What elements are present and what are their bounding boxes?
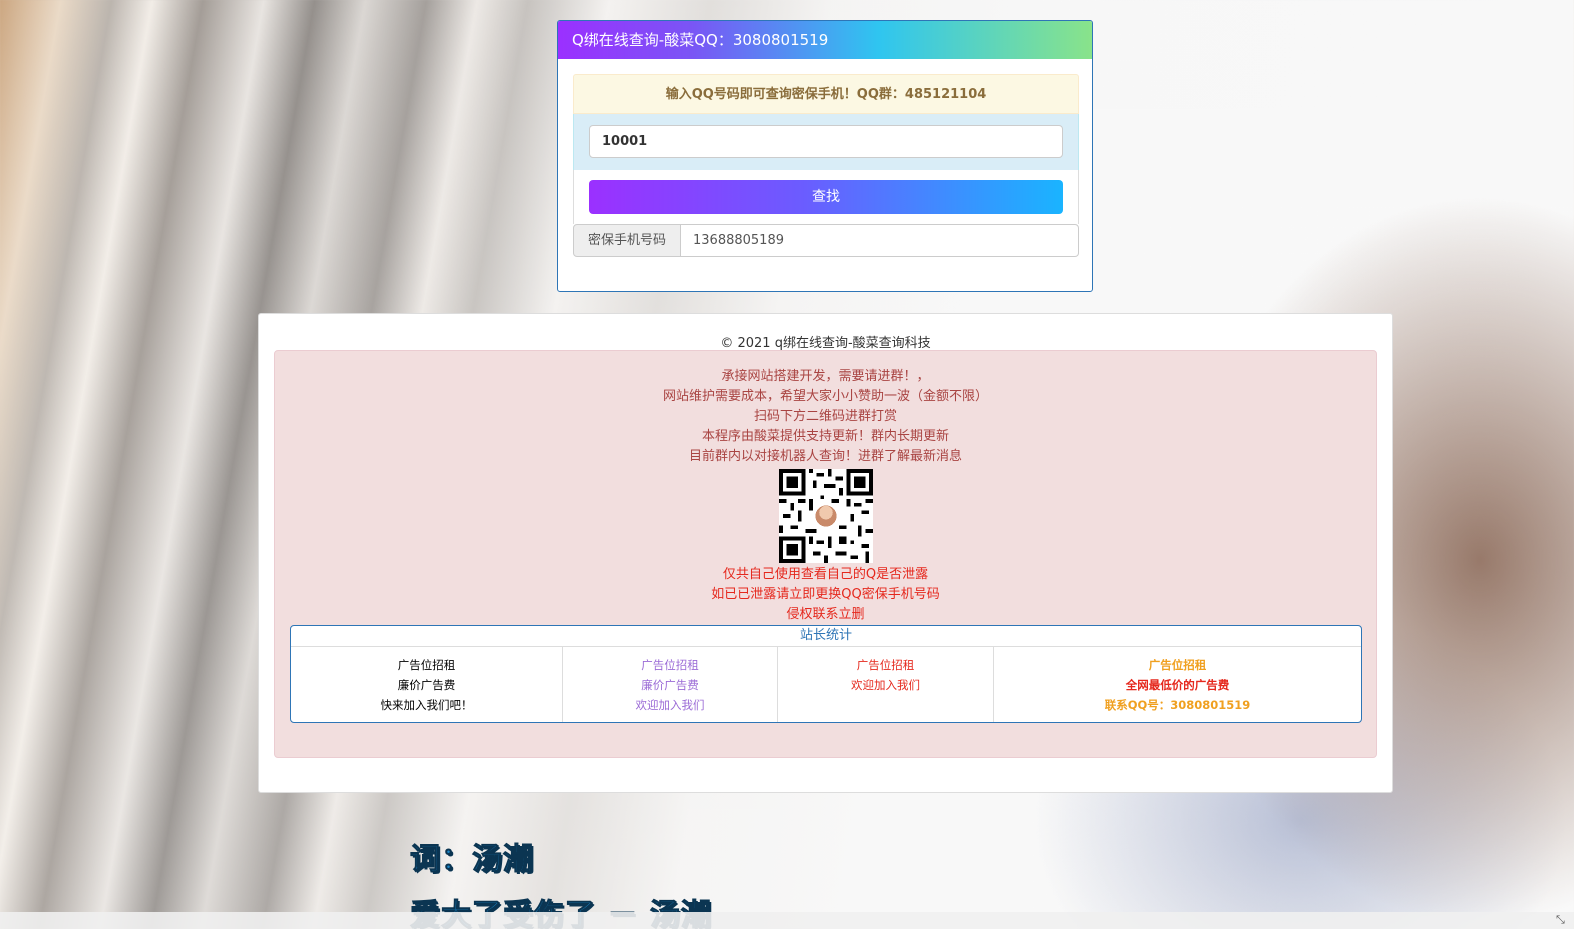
result-label: 密保手机号码: [573, 224, 681, 257]
ad-line: 广告位招租: [641, 658, 699, 672]
ad-line: 欢迎加入我们: [635, 698, 705, 712]
stats-title: 站长统计: [291, 626, 1361, 647]
notice-text: 承接网站搭建开发，需要请进群！， 网站维护需要成本，希望大家小小赞助一波（金额不…: [275, 367, 1376, 467]
copyright: © 2021 q绑在线查询-酸菜查询科技: [720, 336, 931, 351]
warning-line: 仅共自己使用查看自己的Q是否泄露: [722, 567, 929, 582]
ad-line: 廉价广告费: [397, 678, 456, 692]
bottom-bar: [0, 912, 1574, 929]
query-tip: 输入QQ号码即可查询密保手机！QQ群：485121104: [573, 74, 1079, 114]
qq-number-input[interactable]: 10001: [589, 125, 1063, 158]
input-row: 10001: [573, 114, 1079, 170]
resize-icon[interactable]: ⤡: [1556, 913, 1565, 927]
notice-box: 承接网站搭建开发，需要请进群！， 网站维护需要成本，希望大家小小赞助一波（金额不…: [274, 350, 1377, 758]
ad-slot-2[interactable]: 广告位招租 廉价广告费 欢迎加入我们: [563, 647, 778, 722]
warning-line: 如已已泄露请立即更换QQ密保手机号码: [711, 587, 940, 602]
notice-line: 本程序由酸菜提供支持更新！群内长期更新: [701, 429, 949, 444]
ad-slot-4[interactable]: 广告位招租 全网最低价的广告费 联系QQ号：3080801519: [994, 647, 1361, 722]
ad-slot-3[interactable]: 广告位招租 欢迎加入我们: [778, 647, 994, 722]
ad-line: 广告位招租: [1148, 658, 1207, 672]
notice-line: 扫码下方二维码进群打赏: [753, 409, 897, 424]
stats-panel: 站长统计 广告位招租 廉价广告费 快来加入我们吧！ 广告位招租 廉价广告费 欢迎…: [290, 625, 1362, 723]
query-form: 输入QQ号码即可查询密保手机！QQ群：485121104 10001 查找 密保…: [573, 74, 1079, 257]
ad-slot-1[interactable]: 广告位招租 廉价广告费 快来加入我们吧！: [291, 647, 563, 722]
result-group: 密保手机号码 13688805189: [573, 224, 1079, 257]
warning-line: 侵权联系立删: [786, 607, 865, 622]
ad-line: 广告位招租: [856, 658, 915, 672]
notice-line: 承接网站搭建开发，需要请进群！，: [721, 369, 930, 384]
notice-line: 网站维护需要成本，希望大家小小赞助一波（金额不限）: [662, 389, 988, 404]
warning-text: 仅共自己使用查看自己的Q是否泄露 如已已泄露请立即更换QQ密保手机号码 侵权联系…: [275, 565, 1376, 625]
ad-line: 廉价广告费: [641, 678, 699, 692]
search-button[interactable]: 查找: [589, 180, 1063, 214]
result-phone-field[interactable]: 13688805189: [681, 224, 1079, 257]
ad-line: 欢迎加入我们: [851, 678, 920, 692]
ad-line: 全网最低价的广告费: [1125, 678, 1230, 692]
notice-line: 目前群内以对接机器人查询！进群了解最新消息: [688, 449, 962, 464]
ad-line: 广告位招租: [397, 658, 456, 672]
qr-code-image: [779, 469, 873, 563]
query-panel-title: Q绑在线查询-酸菜QQ：3080801519: [558, 21, 1092, 59]
button-row: 查找: [573, 170, 1079, 224]
ad-line: 快来加入我们吧！: [380, 698, 473, 712]
footer-panel: © 2021 q绑在线查询-酸菜查询科技 承接网站搭建开发，需要请进群！， 网站…: [258, 313, 1393, 793]
lyric-line-1: 词：汤潮: [410, 842, 534, 878]
query-panel: Q绑在线查询-酸菜QQ：3080801519 输入QQ号码即可查询密保手机！QQ…: [557, 20, 1093, 292]
ad-line: 联系QQ号：3080801519: [1104, 698, 1251, 712]
ad-grid: 广告位招租 廉价广告费 快来加入我们吧！ 广告位招租 廉价广告费 欢迎加入我们 …: [291, 647, 1361, 722]
